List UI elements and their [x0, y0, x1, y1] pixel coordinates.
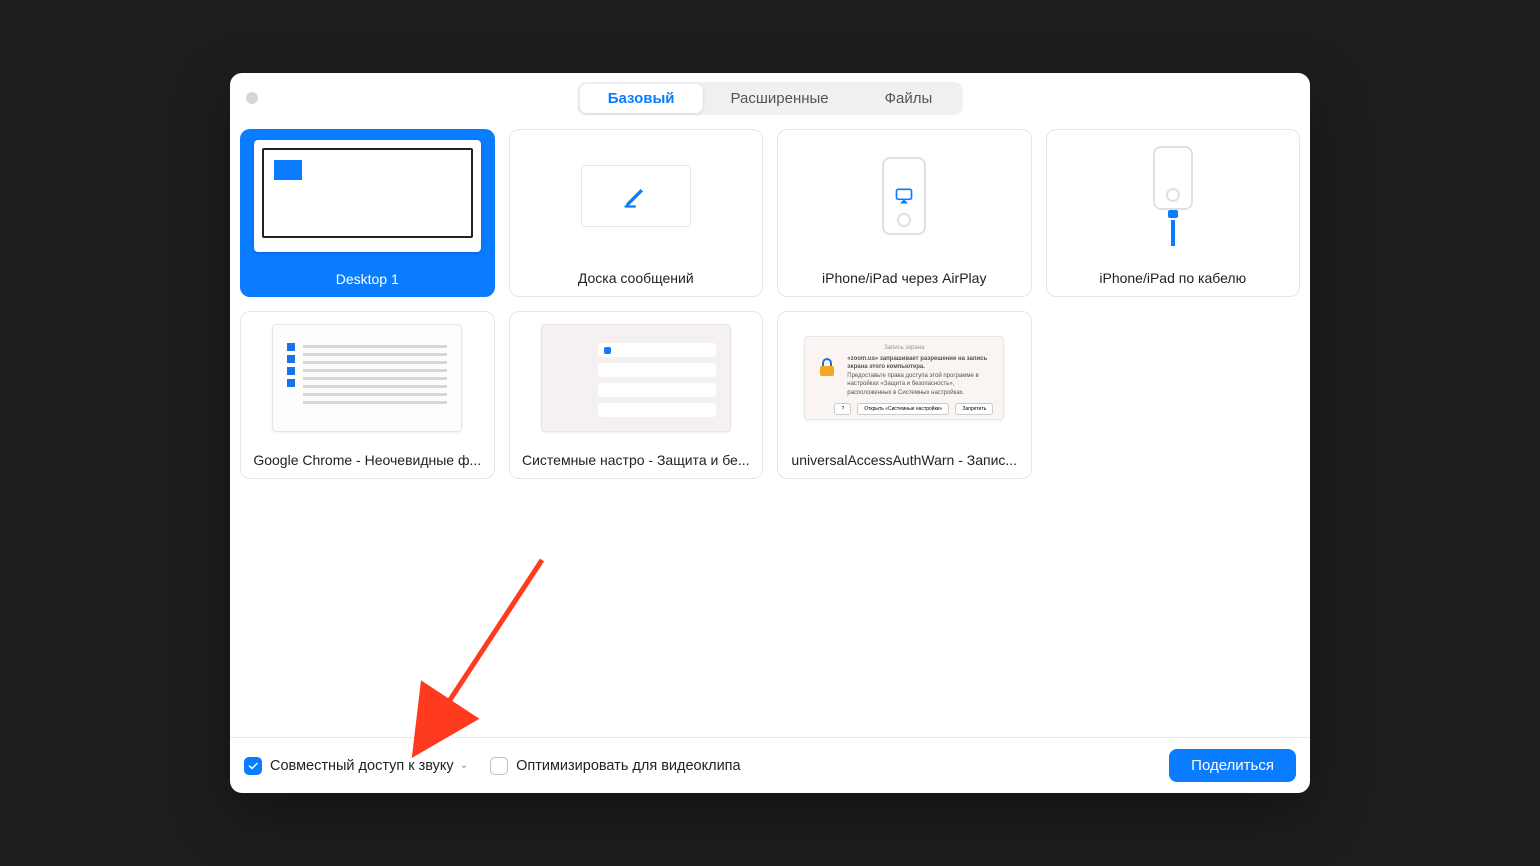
optimize-video-label: Оптимизировать для видеоклипа	[516, 758, 741, 774]
warn-open-button: Открыть «Системные настройки»	[857, 403, 949, 415]
optimize-video-checkbox[interactable]: Оптимизировать для видеоклипа	[490, 757, 741, 775]
share-option-label: universalAccessAuthWarn - Запис...	[778, 444, 1031, 478]
pencil-icon	[622, 182, 650, 210]
share-options-grid: Desktop 1 Доска сообщений	[230, 123, 1310, 737]
share-option-label: Доска сообщений	[510, 262, 763, 296]
check-icon	[247, 760, 259, 772]
chevron-down-icon[interactable]: ⌄	[460, 760, 468, 771]
footer-bar: Совместный доступ к звуку ⌄ Оптимизирова…	[230, 737, 1310, 793]
share-option-label: Google Chrome - Неочевидные ф...	[241, 444, 494, 478]
checkbox-icon	[244, 757, 262, 775]
share-option-label: Системные настро - Защита и бе...	[510, 444, 763, 478]
share-option-label: iPhone/iPad по кабелю	[1047, 262, 1300, 296]
share-audio-label: Совместный доступ к звуку	[270, 758, 454, 774]
share-button[interactable]: Поделиться	[1169, 749, 1296, 782]
share-option-system-preferences[interactable]: Системные настро - Защита и бе...	[509, 311, 764, 479]
tab-files[interactable]: Файлы	[857, 84, 961, 113]
warn-bold-text: «zoom.us» запрашивает разрешение на запи…	[847, 355, 993, 372]
share-option-label: iPhone/iPad через AirPlay	[778, 262, 1031, 296]
share-option-label: Desktop 1	[240, 263, 495, 297]
share-option-chrome[interactable]: Google Chrome - Неочевидные ф...	[240, 311, 495, 479]
share-audio-checkbox[interactable]: Совместный доступ к звуку ⌄	[244, 757, 468, 775]
lock-icon	[815, 355, 839, 379]
tab-basic[interactable]: Базовый	[580, 84, 703, 113]
checkbox-icon	[490, 757, 508, 775]
titlebar: Базовый Расширенные Файлы	[230, 73, 1310, 123]
tab-segmented-control: Базовый Расширенные Файлы	[578, 82, 963, 115]
share-screen-dialog: Базовый Расширенные Файлы Desktop 1	[230, 73, 1310, 793]
auth-warn-thumbnail: Запись экрана «zoom.us» запрашивает разр…	[804, 336, 1004, 420]
sysprefs-window-thumbnail	[541, 324, 731, 432]
tab-advanced[interactable]: Расширенные	[703, 84, 857, 113]
whiteboard-thumbnail	[581, 165, 691, 227]
share-option-desktop1[interactable]: Desktop 1	[240, 129, 495, 297]
share-option-auth-warn[interactable]: Запись экрана «zoom.us» запрашивает разр…	[777, 311, 1032, 479]
share-option-whiteboard[interactable]: Доска сообщений	[509, 129, 764, 297]
airplay-icon	[894, 186, 914, 206]
close-window-icon[interactable]	[246, 92, 258, 104]
desktop-thumbnail	[254, 140, 481, 252]
chrome-window-thumbnail	[272, 324, 462, 432]
warn-help-button: ?	[834, 403, 851, 415]
warn-deny-button: Запретить	[955, 403, 993, 415]
share-option-iphone-airplay[interactable]: iPhone/iPad через AirPlay	[777, 129, 1032, 297]
iphone-thumbnail	[882, 157, 926, 235]
warn-dialog-title: Запись экрана	[815, 345, 993, 351]
warn-body-text: Предоставьте права доступа этой программ…	[847, 372, 993, 397]
iphone-cable-thumbnail	[1153, 146, 1193, 246]
share-option-iphone-cable[interactable]: iPhone/iPad по кабелю	[1046, 129, 1301, 297]
